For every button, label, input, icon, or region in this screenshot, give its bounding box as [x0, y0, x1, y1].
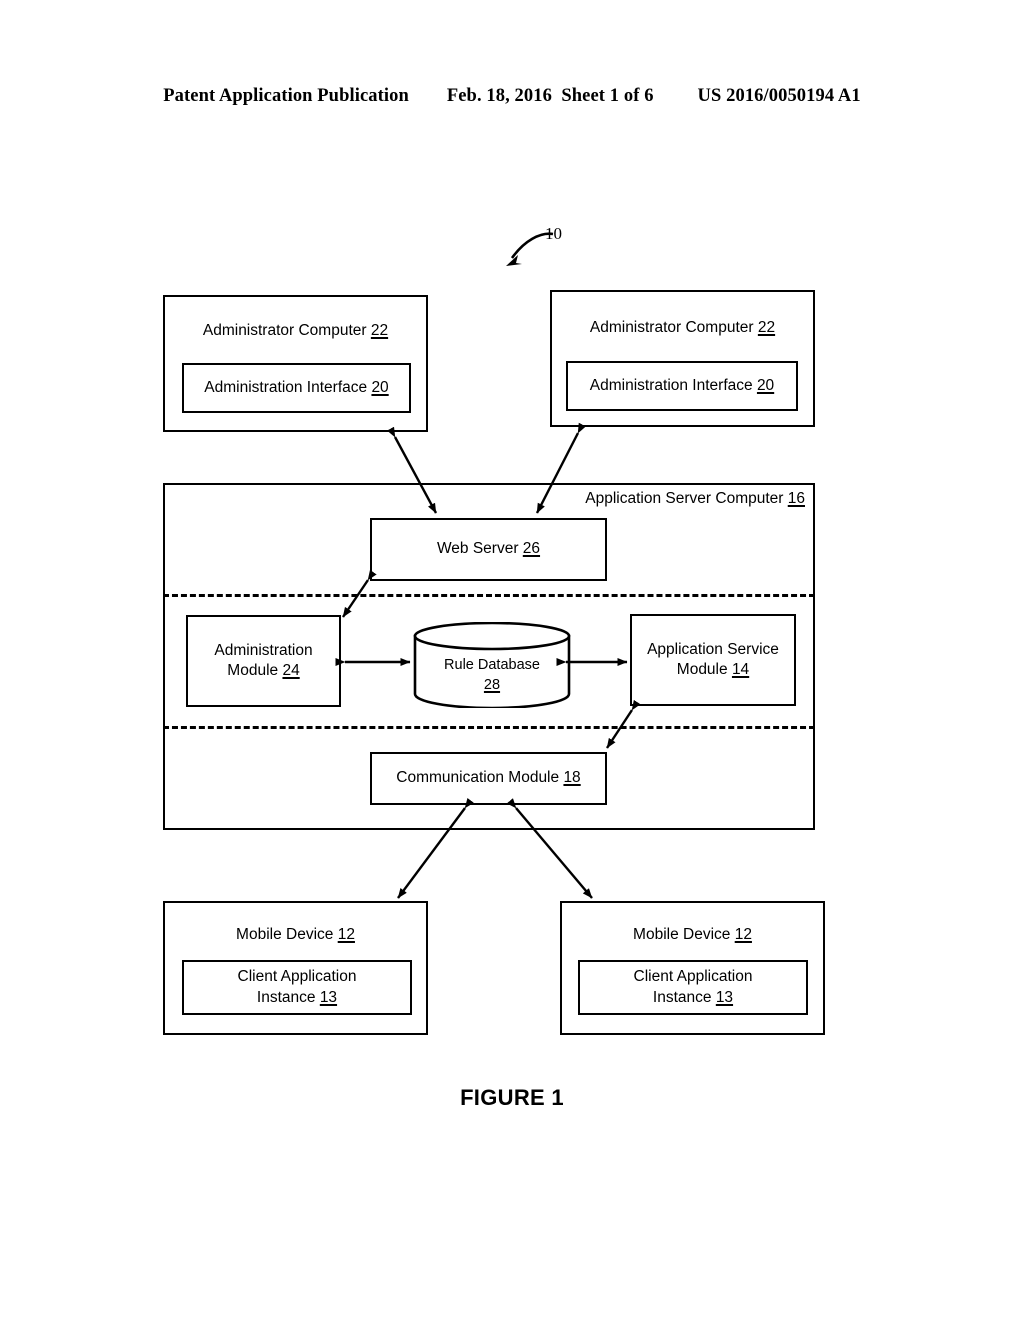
figure-caption: FIGURE 1 — [460, 1085, 564, 1110]
system-reference-leader-arrow — [506, 232, 554, 266]
administration-interface-left: Administration Interface 20 — [182, 363, 411, 413]
administrator-computer-right-ref: 22 — [757, 319, 776, 336]
header-date-sheet-label: Feb. 18, 2016 Sheet 1 of 6 — [446, 86, 654, 106]
administrator-computer-right-title: Administrator Computer 22 — [589, 319, 776, 336]
server-tier-divider-upper — [163, 594, 815, 597]
header-publication-label: Patent Application Publication — [163, 86, 409, 106]
rule-database-ref: 28 — [483, 677, 501, 694]
mobile-device-right-title: Mobile Device 12 — [633, 926, 752, 943]
client-application-instance-left-ref: 13 — [319, 988, 338, 1006]
administration-interface-left-ref: 20 — [371, 378, 389, 396]
patent-figure-page: Patent Application Publication Feb. 18, … — [0, 0, 1024, 1320]
application-server-computer-title: Application Server Computer 16 — [585, 490, 805, 507]
administrator-computer-left-title: Administrator Computer 22 — [202, 322, 389, 339]
mobile-device-left-title: Mobile Device 12 — [236, 926, 355, 943]
administration-interface-right-ref: 20 — [756, 376, 775, 394]
mobile-device-left-ref: 12 — [337, 926, 355, 943]
client-application-instance-right: Client Application Instance 13 — [578, 960, 808, 1015]
communication-module-box: Communication Module 18 — [370, 752, 607, 805]
application-service-module-ref: 14 — [731, 661, 750, 678]
client-application-instance-left: Client Application Instance 13 — [182, 960, 412, 1015]
header-patent-number: US 2016/0050194 A1 — [697, 86, 861, 106]
application-service-module-box: Application Service Module 14 — [630, 614, 796, 706]
administration-module-ref: 24 — [282, 662, 300, 679]
administrator-computer-left-ref: 22 — [370, 322, 389, 339]
mobile-device-right-ref: 12 — [734, 926, 752, 943]
administration-interface-right: Administration Interface 20 — [566, 361, 798, 411]
rule-database-label: Rule Database 28 — [444, 657, 540, 694]
administration-module-box: Administration Module 24 — [186, 615, 341, 707]
web-server-ref: 26 — [522, 540, 541, 558]
communication-module-ref: 18 — [563, 769, 581, 787]
server-tier-divider-lower — [163, 726, 815, 729]
web-server-box: Web Server 26 — [370, 518, 607, 581]
page-header: Patent Application Publication Feb. 18, … — [0, 86, 1024, 107]
application-server-computer-ref: 16 — [787, 490, 805, 507]
client-application-instance-right-ref: 13 — [715, 988, 734, 1006]
